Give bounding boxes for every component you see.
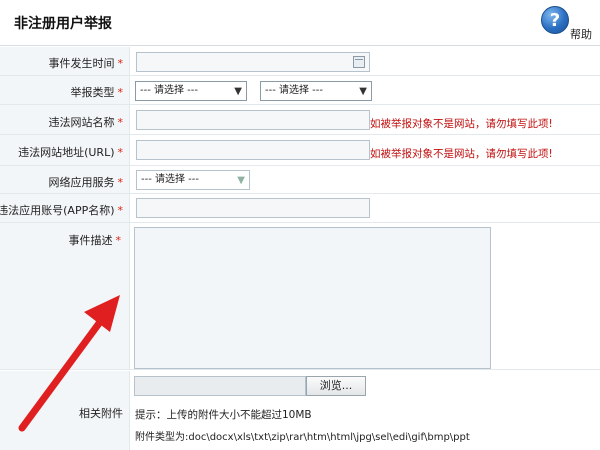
row-report-type: 举报类型 * --- 请选择 --- ▼ --- 请选择 --- ▼ bbox=[0, 76, 600, 105]
site-name-input[interactable] bbox=[136, 110, 370, 130]
attachment-size-note: 提示：上传的附件大小不能超过10MB bbox=[135, 409, 312, 421]
attachment-file-path[interactable] bbox=[134, 376, 306, 396]
label-cell: 违法网站地址(URL) * bbox=[0, 135, 130, 165]
calendar-icon[interactable] bbox=[353, 56, 365, 68]
chevron-down-icon: ▼ bbox=[237, 175, 245, 186]
page-header: 非注册用户举报 ? 帮助 bbox=[0, 0, 600, 46]
row-site-url: 违法网站地址(URL) * 如被举报对象不是网站，请勿填写此项! bbox=[0, 135, 600, 166]
app-account-input[interactable] bbox=[136, 198, 370, 218]
row-attachment: 相关附件 浏览... 提示：上传的附件大小不能超过10MB 附件类型为:doc\… bbox=[0, 371, 600, 450]
label-cell: 违法应用账号(APP名称) * bbox=[0, 194, 130, 222]
row-site-name: 违法网站名称 * 如被举报对象不是网站，请勿填写此项! bbox=[0, 105, 600, 135]
net-service-select[interactable]: --- 请选择 --- ▼ bbox=[136, 170, 250, 190]
report-type-select-secondary[interactable]: --- 请选择 --- ▼ bbox=[260, 81, 372, 101]
chevron-down-icon: ▼ bbox=[234, 86, 242, 97]
attachment-type-note: 附件类型为:doc\docx\xls\txt\zip\rar\htm\html\… bbox=[135, 432, 470, 443]
report-type-label: 举报类型 * bbox=[70, 86, 124, 99]
label-cell: 事件描述 * bbox=[0, 223, 130, 369]
event-time-input[interactable] bbox=[136, 52, 370, 72]
row-app-account: 违法应用账号(APP名称) * bbox=[0, 194, 600, 223]
label-cell: 事件发生时间 * bbox=[0, 47, 130, 75]
site-name-hint: 如被举报对象不是网站，请勿填写此项! bbox=[370, 118, 553, 130]
net-service-label: 网络应用服务 * bbox=[48, 176, 124, 189]
attachment-label: 相关附件 bbox=[79, 407, 123, 420]
label-cell: 相关附件 bbox=[0, 371, 130, 450]
chevron-down-icon: ▼ bbox=[359, 86, 367, 97]
site-name-label: 违法网站名称 * bbox=[48, 116, 124, 129]
label-cell: 网络应用服务 * bbox=[0, 166, 130, 193]
row-event-time: 事件发生时间 * bbox=[0, 47, 600, 76]
app-account-label: 违法应用账号(APP名称) * bbox=[0, 204, 123, 217]
description-label: 事件描述 * bbox=[68, 234, 122, 247]
row-description: 事件描述 * bbox=[0, 223, 600, 370]
description-textarea[interactable] bbox=[134, 227, 491, 369]
label-cell: 违法网站名称 * bbox=[0, 105, 130, 134]
site-url-label: 违法网站地址(URL) * bbox=[18, 146, 123, 159]
browse-button[interactable]: 浏览... bbox=[306, 376, 366, 396]
site-url-hint: 如被举报对象不是网站，请勿填写此项! bbox=[370, 148, 553, 160]
page-title: 非注册用户举报 bbox=[14, 16, 112, 32]
row-net-service: 网络应用服务 * --- 请选择 --- ▼ bbox=[0, 166, 600, 194]
event-time-label: 事件发生时间 * bbox=[48, 57, 124, 70]
label-cell: 举报类型 * bbox=[0, 76, 130, 104]
site-url-input[interactable] bbox=[136, 140, 370, 160]
report-type-select-primary[interactable]: --- 请选择 --- ▼ bbox=[135, 81, 247, 101]
help-icon[interactable]: ? bbox=[541, 6, 569, 34]
help-link[interactable]: 帮助 bbox=[570, 26, 592, 42]
